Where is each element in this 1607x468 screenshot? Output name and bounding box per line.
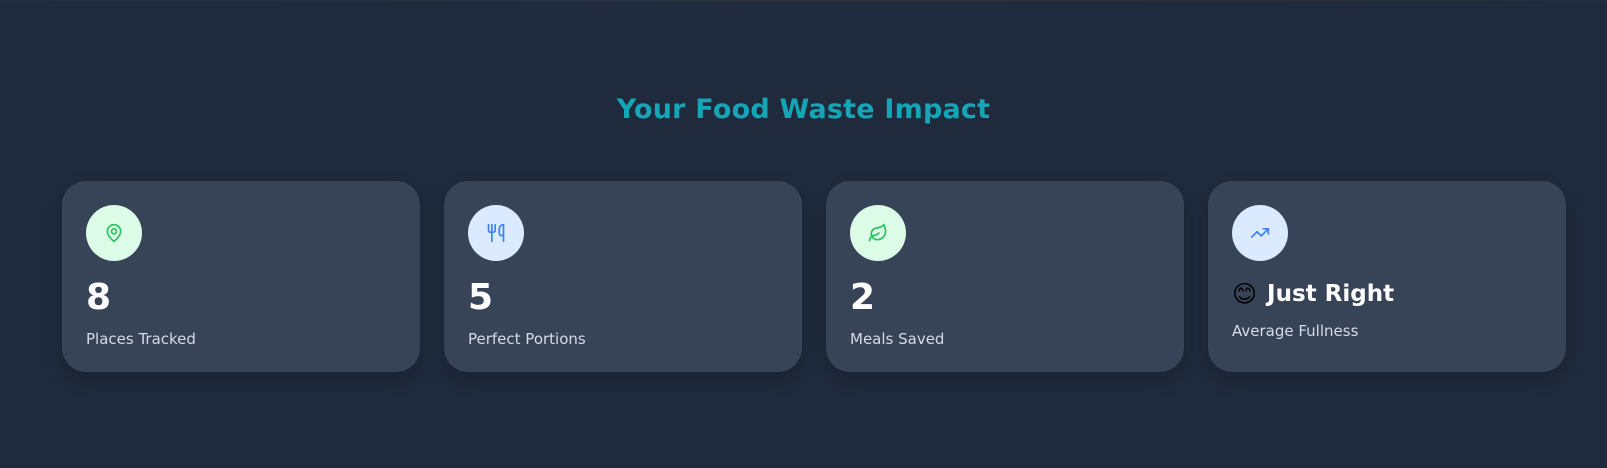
- stat-label: Perfect Portions: [468, 330, 586, 348]
- stat-card-perfect-portions: 5 Perfect Portions: [444, 181, 802, 372]
- stat-value: 5: [468, 277, 494, 318]
- stat-value: 8: [86, 277, 112, 318]
- icon-badge: [86, 205, 142, 261]
- utensils-icon: [487, 223, 505, 243]
- icon-badge: [468, 205, 524, 261]
- map-pin-icon: [106, 223, 122, 243]
- trending-up-icon: [1250, 228, 1270, 238]
- stat-card-average-fullness: 😊 Just Right Average Fullness: [1208, 181, 1566, 372]
- stat-card-places-tracked: 8 Places Tracked: [62, 181, 420, 372]
- stat-label: Average Fullness: [1232, 322, 1359, 340]
- fullness-value-row: 😊 Just Right: [1232, 280, 1394, 308]
- stat-card-meals-saved: 2 Meals Saved: [826, 181, 1184, 372]
- stat-value: 2: [850, 277, 876, 318]
- icon-badge: [850, 205, 906, 261]
- stat-label: Places Tracked: [86, 330, 196, 348]
- icon-badge: [1232, 205, 1288, 261]
- smiling-face-icon: 😊: [1232, 280, 1258, 308]
- top-border: [0, 0, 1607, 2]
- stat-label: Meals Saved: [850, 330, 945, 348]
- stat-value: Just Right: [1267, 281, 1395, 307]
- stats-cards: 8 Places Tracked 5 Perfect Portions 2 Me…: [62, 181, 1566, 372]
- section-title: Your Food Waste Impact: [616, 94, 991, 125]
- leaf-icon: [868, 223, 887, 242]
